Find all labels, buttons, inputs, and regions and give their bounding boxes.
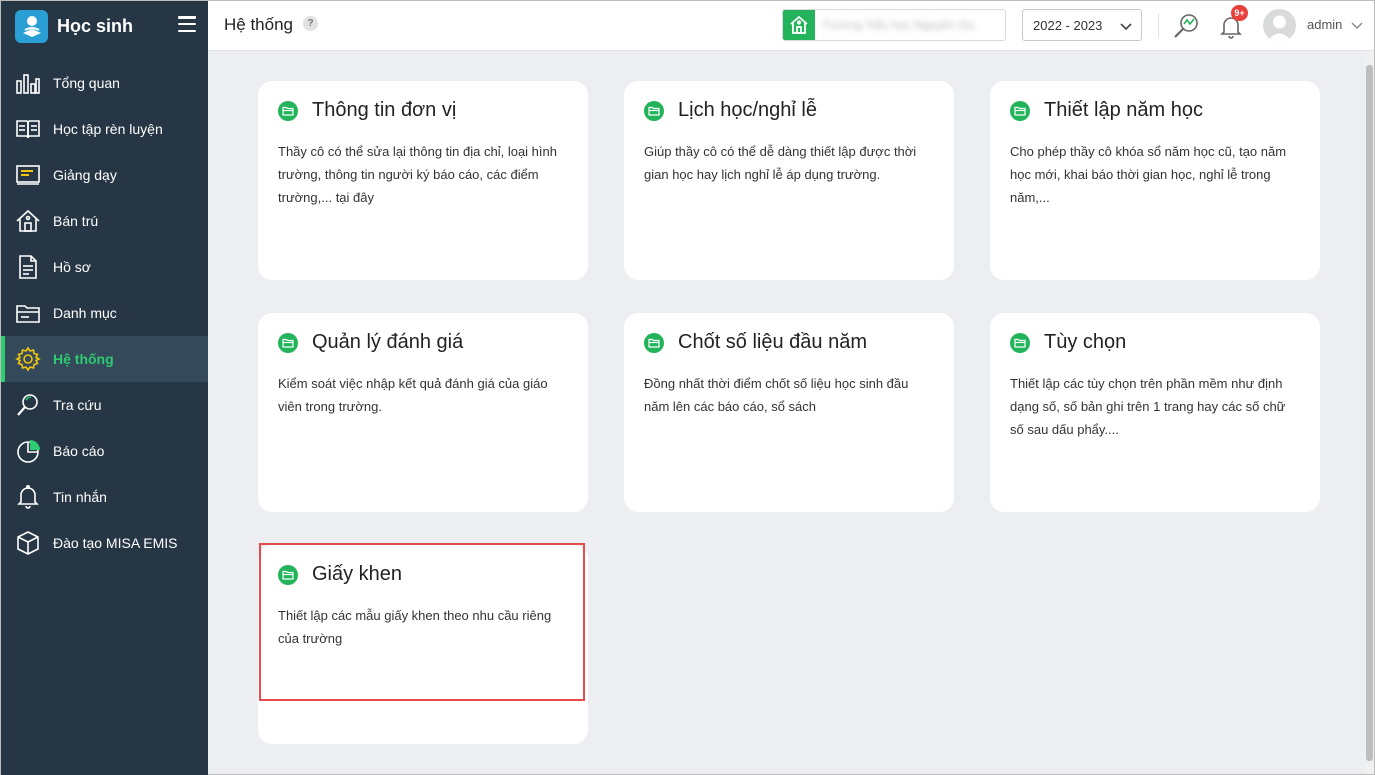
sidebar-item-danh-muc[interactable]: Danh mục — [1, 290, 208, 336]
card-description: Cho phép thầy cô khóa sổ năm học cũ, tạo… — [1010, 144, 1287, 205]
card-title: Chốt số liệu đầu năm — [678, 331, 868, 353]
sidebar-item-tin-nhan[interactable]: Tin nhắn — [1, 474, 208, 520]
sidebar-item-label: Hệ thống — [53, 351, 114, 367]
menu-toggle-icon[interactable] — [178, 15, 196, 33]
sidebar: Học sinh Tổng quan Học tập rèn luyện Giả… — [1, 1, 208, 775]
avatar[interactable] — [1263, 9, 1296, 42]
app-title: Học sinh — [57, 15, 134, 36]
search-icon — [14, 392, 41, 419]
card-description: Đồng nhất thời điểm chốt số liệu học sin… — [644, 376, 909, 414]
document-icon — [14, 254, 41, 281]
pie-chart-icon — [14, 438, 41, 465]
card-lich-hoc-nghi-le[interactable]: Lịch học/nghỉ lễ Giúp thầy cô có thể dễ … — [624, 81, 954, 280]
school-icon — [783, 10, 815, 40]
sidebar-item-label: Tra cứu — [53, 397, 102, 413]
board-icon — [14, 162, 41, 189]
sidebar-item-he-thong[interactable]: Hệ thống — [1, 336, 208, 382]
school-name: Trường Tiểu học Nguyễn Du — [822, 18, 975, 32]
sidebar-item-label: Học tập rèn luyện — [53, 121, 163, 137]
sidebar-item-dao-tao-misa-emis[interactable]: Đào tạo MISA EMIS — [1, 520, 208, 566]
card-quan-ly-danh-gia[interactable]: Quản lý đánh giá Kiểm soát việc nhập kết… — [258, 313, 588, 512]
notification-badge: 9+ — [1231, 5, 1248, 21]
card-tuy-chon[interactable]: Tùy chọn Thiết lập các tùy chọn trên phầ… — [990, 313, 1320, 512]
chevron-down-icon[interactable] — [1351, 18, 1363, 36]
card-giay-khen[interactable]: Giấy khen Thiết lập các mẫu giấy khen th… — [258, 545, 588, 744]
bell-icon — [14, 484, 41, 511]
scrollbar-thumb[interactable] — [1366, 65, 1373, 761]
user-name[interactable]: admin — [1307, 17, 1342, 32]
chevron-down-icon — [1120, 20, 1132, 35]
cube-icon — [14, 530, 41, 557]
sidebar-item-label: Giảng dạy — [53, 167, 117, 183]
card-title: Thiết lập năm học — [1044, 99, 1203, 121]
student-logo-icon — [15, 9, 48, 43]
sidebar-item-label: Hồ sơ — [53, 259, 91, 275]
folder-icon — [278, 564, 298, 585]
folder-icon — [14, 300, 41, 327]
school-selector[interactable]: Trường Tiểu học Nguyễn Du — [782, 9, 1006, 41]
folder-icon — [644, 100, 664, 121]
school-year-value: 2022 - 2023 — [1033, 17, 1103, 33]
sidebar-item-label: Bán trú — [53, 213, 99, 229]
sidebar-item-ban-tru[interactable]: Bán trú — [1, 198, 208, 244]
folder-icon — [1010, 100, 1030, 121]
top-header: Hệ thống ? Trường Tiểu học Nguyễn Du 202… — [208, 1, 1374, 51]
sidebar-item-tra-cuu[interactable]: Tra cứu — [1, 382, 208, 428]
bar-chart-icon — [14, 70, 41, 97]
house-icon — [14, 208, 41, 235]
card-thiet-lap-nam-hoc[interactable]: Thiết lập năm học Cho phép thầy cô khóa … — [990, 81, 1320, 280]
card-title: Lịch học/nghỉ lễ — [678, 99, 817, 121]
sidebar-item-bao-cao[interactable]: Báo cáo — [1, 428, 208, 474]
card-description: Thiết lập các mẫu giấy khen theo nhu cầu… — [278, 608, 552, 646]
sidebar-nav: Tổng quan Học tập rèn luyện Giảng dạy Bá… — [1, 60, 208, 566]
folder-icon — [1010, 332, 1030, 353]
card-title: Tùy chọn — [1044, 331, 1127, 353]
sidebar-item-label: Tổng quan — [53, 75, 120, 91]
sidebar-item-tong-quan[interactable]: Tổng quan — [1, 60, 208, 106]
card-description: Kiểm soát việc nhập kết quả đánh giá của… — [278, 376, 548, 414]
school-year-select[interactable]: 2022 - 2023 — [1022, 9, 1142, 41]
sidebar-item-hoc-tap-ren-luyen[interactable]: Học tập rèn luyện — [1, 106, 208, 152]
card-description: Giúp thầy cô có thể dễ dàng thiết lập đư… — [644, 144, 917, 182]
card-description: Thầy cô có thể sửa lại thông tin địa chỉ… — [278, 144, 557, 205]
card-chot-so-lieu-dau-nam[interactable]: Chốt số liệu đầu năm Đồng nhất thời điểm… — [624, 313, 954, 512]
folder-icon — [278, 100, 298, 121]
sidebar-item-label: Tin nhắn — [53, 489, 107, 505]
sidebar-item-label: Đào tạo MISA EMIS — [53, 535, 178, 551]
sidebar-item-ho-so[interactable]: Hồ sơ — [1, 244, 208, 290]
folder-icon — [278, 332, 298, 353]
card-thong-tin-don-vi[interactable]: Thông tin đơn vị Thầy cô có thể sửa lại … — [258, 81, 588, 280]
card-title: Giấy khen — [312, 563, 403, 585]
card-title: Thông tin đơn vị — [312, 99, 457, 121]
folder-icon — [644, 332, 664, 353]
header-divider — [1158, 13, 1159, 37]
brand: Học sinh — [1, 1, 208, 51]
sidebar-item-label: Danh mục — [53, 305, 117, 321]
help-icon[interactable]: ? — [303, 16, 318, 31]
sidebar-item-giang-day[interactable]: Giảng dạy — [1, 152, 208, 198]
lookup-search-icon[interactable] — [1171, 11, 1201, 41]
gear-icon — [14, 346, 41, 373]
sidebar-item-label: Báo cáo — [53, 443, 105, 459]
book-open-icon — [14, 116, 41, 143]
card-title: Quản lý đánh giá — [312, 331, 464, 353]
page-title: Hệ thống — [224, 15, 293, 34]
card-description: Thiết lập các tùy chọn trên phần mềm như… — [1010, 376, 1286, 437]
